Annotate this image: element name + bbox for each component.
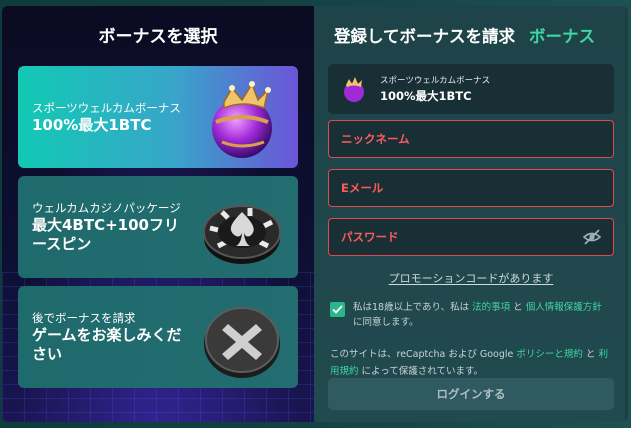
signup-panel: 登録してボーナスを請求 ボーナス スポーツウェルカムボーナス 100%最大1BT… [314, 6, 628, 422]
bonus-card-casino[interactable]: ウェルカムカジノパッケージ 最大4BTC+100フリースピン [18, 176, 298, 278]
promo-code-link[interactable]: プロモーションコードがあります [328, 270, 614, 286]
recaptcha-notice: このサイトは、reCaptcha および Google ポリシーと規約 と 利用… [328, 346, 614, 380]
selected-bonus[interactable]: スポーツウェルカムボーナス 100%最大1BTC [328, 64, 614, 114]
login-button[interactable]: ログインする [328, 378, 614, 410]
consent-prefix: 私は18歳以上であり、私は [353, 302, 473, 313]
signup-title: 登録してボーナスを請求 [334, 27, 516, 46]
panel-edge [625, 6, 628, 422]
bonus-signup-modal: ボーナスを選択 スポーツウェルカムボーナス 100%最大1BTC ウェルカムカジ… [2, 6, 628, 422]
signup-header: 登録してボーナスを請求 ボーナス [328, 6, 614, 64]
consent-suffix: に同意します。 [353, 317, 419, 328]
email-placeholder: Eメール [341, 181, 384, 195]
password-field[interactable]: パスワード [328, 218, 614, 256]
check-icon [332, 305, 343, 314]
email-field[interactable]: Eメール [328, 169, 614, 207]
privacy-policy-link[interactable]: 個人情報保護方針 [526, 302, 602, 313]
consent-text: 私は18歳以上であり、私は 法的事項 と 個人情報保護方針 に同意します。 [353, 300, 614, 330]
password-placeholder: パスワード [341, 230, 399, 244]
bonus-select-panel: ボーナスを選択 スポーツウェルカムボーナス 100%最大1BTC ウェルカムカジ… [2, 6, 314, 422]
crowned-ball-icon [212, 81, 272, 158]
bonus-card-value: ゲームをお楽しみください [32, 326, 182, 363]
consent-and: と [510, 302, 526, 313]
consent-row: 私は18歳以上であり、私は 法的事項 と 個人情報保護方針 に同意します。 [328, 300, 614, 330]
legal-terms-link[interactable]: 法的事項 [472, 302, 510, 313]
recaptcha-suffix: によって保護されています。 [358, 366, 484, 377]
signup-form: ニックネーム Eメール パスワード [328, 120, 614, 256]
nickname-placeholder: ニックネーム [341, 132, 410, 146]
nickname-field[interactable]: ニックネーム [328, 120, 614, 158]
google-policy-link[interactable]: ポリシーと規約 [516, 349, 583, 360]
selected-bonus-label: スポーツウェルカムボーナス [380, 75, 491, 86]
recaptcha-prefix: このサイトは、reCaptcha および Google [330, 349, 517, 360]
eye-off-icon[interactable] [583, 229, 601, 245]
bonus-select-title: ボーナスを選択 [98, 27, 218, 47]
close-icon [204, 307, 280, 378]
consent-checkbox[interactable] [330, 302, 345, 317]
casino-chip-icon [203, 205, 281, 264]
bonus-link[interactable]: ボーナス [529, 23, 595, 47]
bonus-card-later[interactable]: 後でボーナスを請求 ゲームをお楽しみください [18, 286, 298, 388]
selected-bonus-value: 100%最大1BTC [380, 88, 472, 103]
bonus-card-value: 最大4BTC+100フリースピン [32, 216, 179, 253]
crowned-ball-icon [344, 77, 364, 102]
recaptcha-and: と [582, 349, 599, 360]
bonus-card-sports[interactable]: スポーツウェルカムボーナス 100%最大1BTC [18, 66, 298, 168]
selected-bonus-text: スポーツウェルカムボーナス 100%最大1BTC [380, 75, 490, 104]
bonus-card-value: 100%最大1BTC [32, 115, 152, 134]
